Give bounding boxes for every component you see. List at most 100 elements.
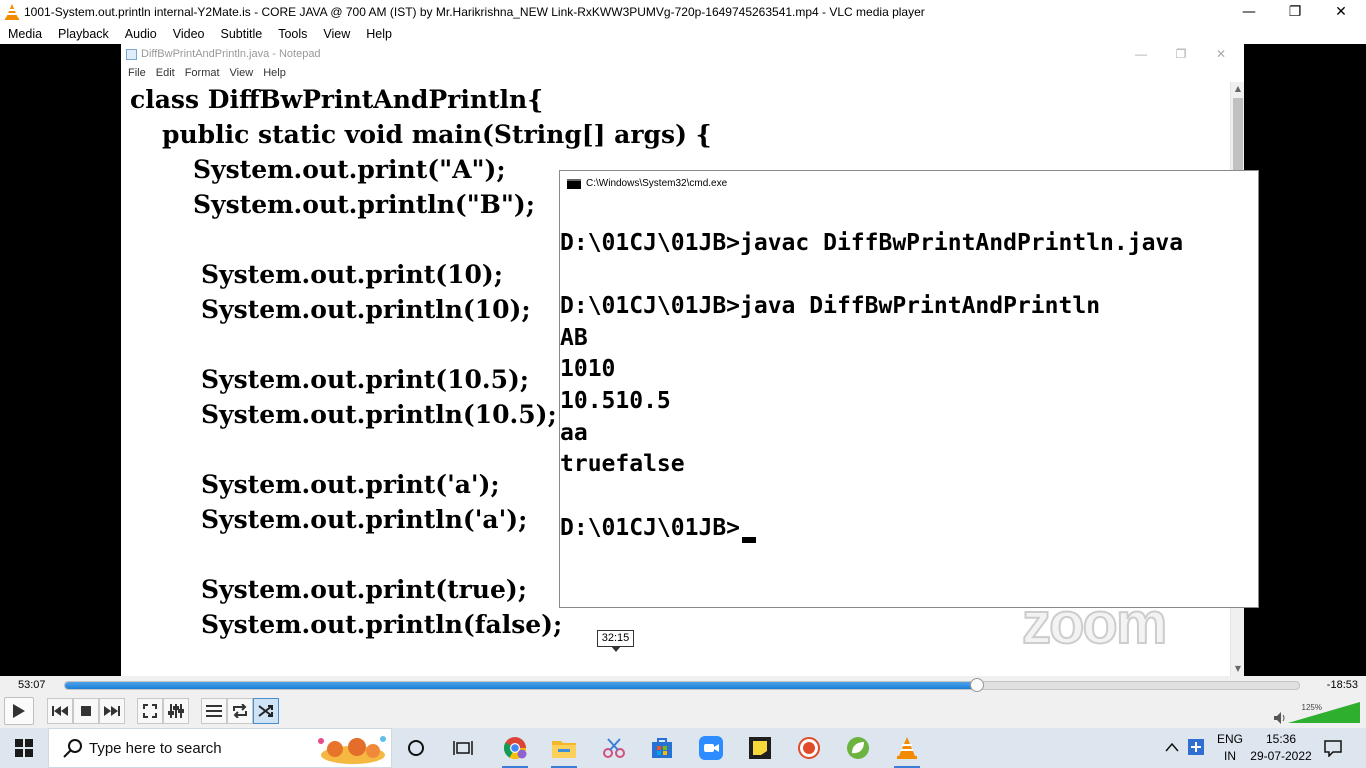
chrome-icon [504, 737, 527, 759]
text-cursor [742, 537, 757, 543]
volume-control[interactable]: 125% [1274, 702, 1360, 724]
taskbar-screen-recorder[interactable] [794, 734, 824, 762]
menu-view[interactable]: View [315, 27, 358, 41]
stop-icon [81, 706, 91, 716]
menu-playback[interactable]: Playback [50, 27, 117, 41]
speaker-icon[interactable] [1274, 712, 1286, 724]
menu-subtitle[interactable]: Subtitle [213, 27, 271, 41]
clock-time[interactable]: 15:36 [1246, 732, 1316, 746]
plus-icon[interactable] [1188, 739, 1204, 755]
notification-icon[interactable] [1324, 739, 1342, 757]
menu-help[interactable]: Help [358, 27, 400, 41]
previous-icon [52, 706, 68, 716]
windows-logo-icon [15, 739, 33, 757]
taskbar-zoom[interactable] [696, 734, 726, 762]
chevron-up-icon[interactable] [1165, 742, 1179, 752]
seek-handle[interactable] [969, 678, 984, 692]
cmd-prompt: D:\01CJ\01JB> [560, 515, 741, 541]
cmd-line: D:\01CJ\01JB>javac DiffBwPrintAndPrintln… [560, 230, 1184, 256]
video-area[interactable]: DiffBwPrintAndPrintln.java - Notepad — ❐… [0, 44, 1366, 676]
taskbar-spring-tool[interactable] [843, 734, 873, 762]
folder-icon [552, 741, 576, 758]
notepad-icon [126, 48, 137, 60]
menu-media[interactable]: Media [0, 27, 50, 41]
loop-icon [233, 704, 247, 718]
cmd-line: aa [560, 420, 588, 446]
vlc-cone-icon [5, 4, 19, 20]
region-indicator[interactable]: IN [1212, 749, 1248, 763]
store-icon [652, 738, 672, 758]
fullscreen-icon [143, 704, 157, 718]
clock-date[interactable]: 29-07-2022 [1246, 749, 1316, 763]
next-icon [104, 706, 120, 716]
cmd-line: 10.510.5 [560, 388, 671, 414]
taskbar-chrome[interactable] [500, 734, 530, 768]
minimize-button[interactable]: — [1226, 0, 1272, 24]
seek-progress [65, 682, 977, 689]
extended-settings-button[interactable] [163, 698, 189, 724]
notepad-menu-format: Format [184, 67, 220, 79]
code-line: System.out.println('a'); [201, 505, 528, 534]
vlc-titlebar: 1001-System.out.println internal-Y2Mate.… [0, 0, 1366, 24]
taskbar-snipping-tool[interactable] [599, 734, 629, 762]
stop-button[interactable] [73, 698, 99, 724]
previous-button[interactable] [47, 698, 73, 724]
seek-bar[interactable] [64, 678, 1300, 692]
code-line: System.out.print(true); [201, 575, 527, 604]
scroll-thumb [1233, 98, 1243, 178]
remaining-time[interactable]: -18:53 [1327, 679, 1358, 691]
equalizer-icon [168, 704, 184, 718]
window-title: 1001-System.out.println internal-Y2Mate.… [24, 5, 925, 19]
taskbar-file-explorer[interactable] [549, 734, 579, 768]
menu-video[interactable]: Video [165, 27, 213, 41]
cmd-titlebar: C:\Windows\System32\cmd.exe [560, 171, 1258, 196]
notepad-minimize-icon: — [1135, 47, 1147, 61]
code-line: System.out.print("A"); [193, 155, 506, 184]
spring-leaf-icon [847, 737, 869, 759]
menu-audio[interactable]: Audio [117, 27, 165, 41]
search-icon [63, 739, 82, 758]
code-line: class DiffBwPrintAndPrintln{ [130, 85, 544, 114]
next-button[interactable] [99, 698, 125, 724]
cmd-title: C:\Windows\System32\cmd.exe [586, 178, 728, 189]
taskbar-store[interactable] [647, 734, 677, 762]
task-view-button[interactable] [401, 734, 431, 762]
code-line: System.out.println(10); [201, 295, 531, 324]
taskbar-search-box[interactable]: Type here to search [48, 728, 392, 768]
zoom-app-icon [699, 736, 723, 760]
cortana-circle-icon [408, 740, 424, 756]
cmd-window: C:\Windows\System32\cmd.exe D:\01CJ\01JB… [559, 170, 1259, 608]
menu-tools[interactable]: Tools [270, 27, 315, 41]
elapsed-time: 53:07 [18, 679, 46, 691]
restore-button[interactable]: ❐ [1272, 0, 1318, 24]
shuffle-button[interactable] [253, 698, 279, 724]
language-indicator[interactable]: ENG [1212, 732, 1248, 746]
scroll-up-icon: ▲ [1234, 84, 1242, 93]
play-button[interactable] [4, 697, 34, 725]
notepad-title: DiffBwPrintAndPrintln.java - Notepad [141, 48, 321, 60]
sticky-notes-icon [749, 737, 771, 759]
cmd-icon [567, 178, 581, 189]
volume-level [1288, 702, 1360, 723]
loop-button[interactable] [227, 698, 253, 724]
scroll-down-icon: ▼ [1234, 664, 1242, 673]
code-line: System.out.println(false); [201, 610, 563, 639]
search-placeholder: Type here to search [89, 739, 222, 757]
playlist-button[interactable] [201, 698, 227, 724]
notepad-menu-edit: Edit [155, 67, 175, 79]
volume-slider[interactable] [1288, 702, 1360, 724]
fullscreen-button[interactable] [137, 698, 163, 724]
taskbar-sticky-notes[interactable] [745, 734, 775, 762]
zoom-watermark: zoom [1021, 590, 1168, 657]
taskbar-vlc[interactable] [892, 734, 922, 768]
code-line: System.out.print('a'); [201, 470, 500, 499]
close-button[interactable]: ✕ [1318, 0, 1364, 24]
player-controls: 53:07 -18:53 125% [0, 676, 1366, 728]
windows-taskbar: Type here to search ENG IN 15:36 29-07-2… [0, 728, 1366, 768]
playlist-icon [206, 705, 222, 717]
cmd-line: 1010 [560, 356, 616, 382]
code-line: public static void main(String[] args) { [162, 120, 712, 149]
vlc-menubar: Media Playback Audio Video Subtitle Tool… [0, 24, 1366, 44]
task-view-icon-button[interactable] [448, 734, 478, 762]
start-button[interactable] [0, 728, 48, 768]
